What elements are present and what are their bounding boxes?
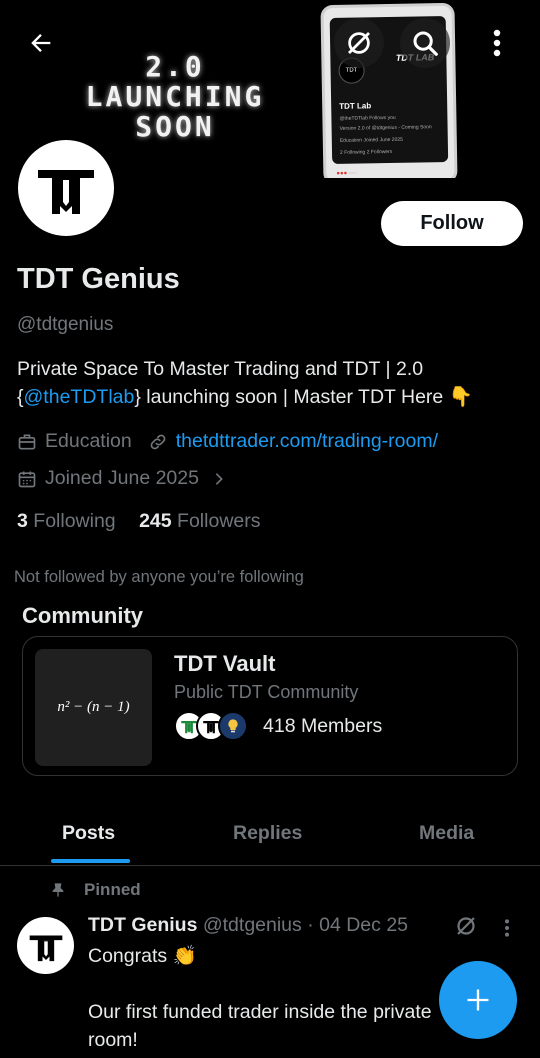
phone-stats: 2 Following 2 Followers	[339, 148, 393, 156]
not-followed-notice: Not followed by anyone you’re following	[14, 568, 304, 586]
search-button[interactable]	[400, 18, 450, 68]
post-meta: @tdtgenius · 04 Dec 25	[202, 914, 409, 936]
follow-button[interactable]: Follow	[381, 201, 523, 246]
arrow-left-icon	[31, 34, 51, 52]
lightbulb-icon	[228, 719, 238, 733]
following-link[interactable]: 3 Following	[17, 510, 116, 532]
profile-category: Education	[45, 430, 132, 452]
back-button[interactable]	[16, 18, 66, 68]
banner-line-2: LAUNCHING	[85, 80, 265, 113]
pin-icon	[52, 883, 64, 897]
post-author[interactable]: TDT Genius	[88, 914, 197, 936]
post-more-button[interactable]	[503, 918, 511, 943]
community-section-title: Community	[22, 603, 143, 628]
profile-website-link[interactable]: thetdttrader.com/trading-room/	[176, 430, 438, 453]
post-line-1: Congrats 👏	[88, 945, 197, 967]
profile-tabs: Posts Replies Media	[0, 800, 540, 866]
profile-stats: 3 Following 245 Followers	[17, 510, 260, 533]
active-tab-indicator	[51, 859, 130, 863]
community-name: TDT Vault	[174, 651, 276, 676]
profile-name: TDT Genius	[17, 263, 180, 295]
bio-text-2: } launching soon | Master TDT Here 👇	[134, 386, 473, 408]
bio-mention-link[interactable]: @theTDTlab	[24, 386, 135, 408]
briefcase-icon	[18, 434, 36, 449]
profile-joined-row[interactable]: Joined June 2025	[17, 467, 235, 490]
pinned-text: Pinned	[84, 880, 141, 899]
community-type: Public TDT Community	[174, 682, 359, 702]
followers-link[interactable]: 245 Followers	[139, 510, 260, 532]
grok-button[interactable]	[334, 18, 384, 68]
tab-posts[interactable]: Posts	[62, 822, 115, 845]
banner-line-1: 2.0	[145, 50, 205, 83]
more-vertical-icon	[493, 29, 501, 57]
compose-button[interactable]	[439, 961, 517, 1039]
post-header: TDT Genius @tdtgenius · 04 Dec 25	[88, 914, 408, 937]
phone-handle: @theTDTlab Follows you	[339, 114, 396, 122]
profile-joined: Joined June 2025	[45, 467, 199, 489]
tab-replies[interactable]: Replies	[233, 822, 302, 845]
banner-text: 2.0 LAUNCHING SOON	[60, 52, 290, 142]
pinned-label: Pinned	[50, 880, 141, 900]
community-members: 418 Members	[263, 715, 383, 737]
post-body[interactable]: Congrats 👏 Our first funded trader insid…	[88, 942, 448, 1054]
tdt-logo-icon	[29, 935, 62, 961]
community-card[interactable]: n² − (n − 1) TDT Vault Public TDT Commun…	[22, 636, 518, 776]
banner-line-3: SOON	[135, 110, 215, 143]
community-thumbnail: n² − (n − 1)	[35, 649, 152, 766]
grok-icon	[348, 32, 370, 54]
chevron-right-icon	[215, 472, 223, 485]
community-member-avatars	[174, 711, 248, 741]
profile-handle: @tdtgenius	[17, 314, 114, 335]
link-icon	[150, 434, 166, 449]
more-vertical-icon	[505, 919, 509, 937]
phone-bio: Version 2.0 of @tdtgenius - Coming Soon	[339, 124, 432, 132]
profile-bio: Private Space To Master Trading and TDT …	[17, 355, 527, 411]
more-options-button[interactable]	[472, 18, 522, 68]
tdt-logo-icon	[32, 154, 100, 222]
calendar-icon	[18, 471, 36, 487]
phone-meta: Education Joined June 2025	[339, 136, 403, 144]
grok-icon	[457, 917, 475, 935]
phone-reactions: ●●● ····	[336, 170, 357, 177]
phone-title: TDT Lab	[339, 101, 372, 111]
profile-avatar[interactable]	[14, 136, 118, 240]
post-grok-button[interactable]	[454, 914, 478, 943]
post-line-2: Our first funded trader inside the priva…	[88, 1001, 432, 1051]
tab-media[interactable]: Media	[419, 822, 474, 845]
plus-icon	[467, 989, 489, 1011]
member-avatar	[218, 711, 248, 741]
search-icon	[413, 31, 438, 56]
profile-meta-row-1: Education thetdttrader.com/trading-room/	[17, 430, 438, 453]
post-avatar[interactable]	[17, 917, 74, 974]
